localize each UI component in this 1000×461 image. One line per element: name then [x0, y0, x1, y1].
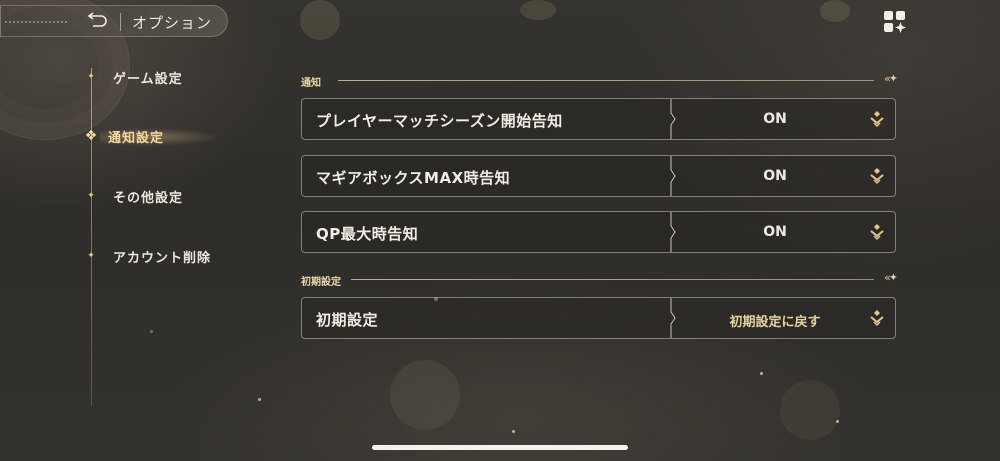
- bullet-icon: ✦: [87, 191, 95, 201]
- menu-grid-icon: [884, 11, 906, 33]
- reset-defaults-button[interactable]: 初期設定に戻す: [682, 311, 868, 330]
- setting-row: マギアボックスMAX時告知 ON: [301, 155, 896, 197]
- menu-button[interactable]: [882, 9, 908, 35]
- setting-value-dropdown[interactable]: ON: [682, 168, 868, 184]
- sidebar-item-notification-settings[interactable]: ❖ 通知設定: [84, 124, 165, 148]
- sidebar-item-label: ゲーム設定: [113, 71, 183, 87]
- title-bar: オプション: [0, 5, 228, 37]
- section-header-reset: 初期設定 «✦: [301, 271, 898, 288]
- bokeh-light: [820, 0, 850, 22]
- bokeh-light: [390, 360, 460, 430]
- header-separator: [120, 13, 121, 31]
- gold-chevron-down-icon[interactable]: [869, 167, 885, 185]
- sparkle: [150, 330, 153, 333]
- row-divider: [670, 156, 676, 196]
- sidebar-item-label: その他設定: [113, 190, 184, 206]
- ornament-icon: «✦: [884, 72, 898, 85]
- bokeh-light: [300, 0, 340, 40]
- page-title: オプション: [132, 14, 213, 32]
- back-arrow-icon: [87, 12, 107, 27]
- sparkle: [512, 430, 515, 433]
- setting-row: プレイヤーマッチシーズン開始告知 ON: [301, 98, 896, 140]
- ornament-icon: «✦: [884, 271, 898, 284]
- sidebar-item-label: アカウント削除: [113, 250, 212, 266]
- bokeh-light: [780, 380, 840, 440]
- bullet-icon: ✦: [87, 72, 95, 82]
- header-dots-decoration: [5, 21, 67, 23]
- sidebar-item-delete-account[interactable]: ✦ アカウント削除: [86, 244, 211, 268]
- section-title: 初期設定: [301, 277, 341, 288]
- gold-chevron-down-icon[interactable]: [869, 309, 885, 327]
- section-title: 通知: [301, 78, 321, 89]
- section-rule: [338, 80, 874, 81]
- sidebar-item-label: 通知設定: [108, 130, 165, 146]
- gold-chevron-down-icon[interactable]: [869, 223, 885, 241]
- sparkle: [836, 420, 839, 423]
- sidebar-rail: [91, 68, 92, 406]
- sparkle: [760, 372, 763, 375]
- gold-chevron-down-icon[interactable]: [869, 110, 885, 128]
- section-rule: [351, 279, 874, 280]
- diamond-active-icon: ❖: [84, 128, 98, 144]
- sidebar-item-other-settings[interactable]: ✦ その他設定: [86, 184, 183, 208]
- back-button[interactable]: [83, 8, 113, 34]
- bokeh-light: [520, 0, 556, 20]
- sidebar-item-game-settings[interactable]: ✦ ゲーム設定: [86, 65, 183, 89]
- sparkle: [258, 398, 261, 401]
- setting-value-dropdown[interactable]: ON: [682, 224, 868, 240]
- section-header-notify: 通知 «✦: [301, 72, 898, 89]
- setting-label: 初期設定: [316, 311, 379, 329]
- row-divider: [670, 99, 676, 139]
- setting-row: QP最大時告知 ON: [301, 211, 896, 253]
- setting-row: 初期設定 初期設定に戻す: [301, 297, 896, 339]
- row-divider: [670, 212, 676, 252]
- home-indicator[interactable]: [372, 445, 628, 450]
- bullet-icon: ✦: [87, 251, 95, 261]
- setting-label: QP最大時告知: [316, 225, 419, 243]
- row-divider: [670, 298, 676, 338]
- setting-value-dropdown[interactable]: ON: [682, 111, 868, 127]
- setting-label: マギアボックスMAX時告知: [316, 169, 511, 187]
- setting-label: プレイヤーマッチシーズン開始告知: [316, 112, 563, 130]
